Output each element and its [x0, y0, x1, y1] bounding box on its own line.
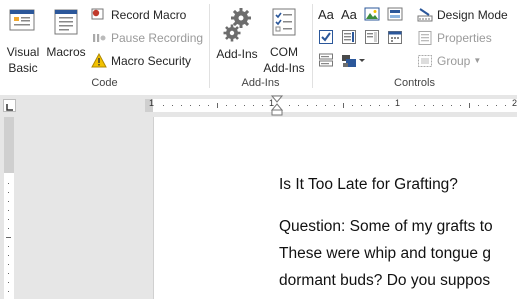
plain-text-glyph: Aa	[341, 7, 357, 22]
repeating-section-icon	[319, 53, 333, 67]
visual-basic-label-2: Basic	[8, 61, 38, 75]
group-separator	[312, 4, 313, 88]
com-add-ins-label-2: Add-Ins	[263, 61, 305, 75]
checkbox-icon	[319, 30, 333, 44]
com-add-ins-button[interactable]: COM Add-Ins	[262, 6, 306, 76]
rich-text-glyph: Aa	[318, 7, 334, 22]
plain-text-control-button[interactable]: Aa	[341, 6, 359, 24]
drop-down-list-control-button[interactable]	[364, 29, 382, 47]
pause-recording-label: Pause Recording	[111, 31, 204, 45]
design-mode-label: Design Mode	[437, 8, 508, 22]
horizontal-ruler-bar: 1 1 1 2	[0, 95, 517, 117]
macros-button[interactable]: Macros	[44, 6, 88, 60]
pause-recording-icon	[91, 30, 107, 46]
add-ins-button[interactable]: Add-Ins	[214, 6, 260, 66]
ruler-number: 1	[395, 98, 401, 108]
visual-basic-label-1: Visual	[6, 45, 40, 59]
date-picker-control-button[interactable]	[387, 29, 405, 47]
legacy-tools-icon	[342, 55, 365, 67]
warning-icon	[91, 52, 107, 69]
macros-label: Macros	[46, 45, 86, 59]
picture-icon	[364, 7, 380, 21]
vertical-ruler-bar	[0, 117, 18, 299]
macro-security-label: Macro Security	[111, 54, 192, 68]
record-macro-icon	[91, 7, 107, 23]
document-text-line[interactable]: Question: Some of my grafts to	[279, 218, 493, 236]
calendar-icon	[388, 31, 402, 44]
developer-ribbon: Visual Basic Macros Record Macro Pause R…	[0, 0, 517, 96]
design-mode-button[interactable]: Design Mode	[417, 6, 508, 24]
properties-button[interactable]: Properties	[417, 29, 492, 47]
gear-icon	[214, 6, 260, 48]
ruler-number: 2	[512, 98, 517, 108]
design-mode-icon	[417, 7, 433, 23]
picture-control-button[interactable]	[364, 6, 382, 24]
visual-basic-icon	[4, 6, 42, 42]
tab-selector-button[interactable]	[3, 99, 16, 112]
macro-security-button[interactable]: Macro Security	[91, 52, 191, 70]
group-button[interactable]: Group ▼	[417, 52, 481, 70]
drop-down-list-icon	[365, 30, 379, 44]
indent-marker[interactable]	[270, 95, 284, 117]
add-ins-group-label: Add-Ins	[241, 77, 280, 89]
left-tab-icon	[6, 104, 13, 111]
group-separator	[209, 4, 210, 88]
combo-box-icon	[342, 30, 356, 44]
horizontal-ruler[interactable]: 1 1 1 2	[149, 98, 517, 112]
check-box-control-button[interactable]	[318, 29, 336, 47]
macros-icon	[44, 6, 88, 42]
com-add-ins-label-1: COM	[270, 45, 298, 59]
chevron-down-icon: ▼	[473, 56, 482, 65]
properties-icon	[417, 30, 433, 46]
document-page[interactable]: Is It Too Late for Grafting? Question: S…	[153, 117, 517, 299]
com-add-ins-icon	[262, 6, 306, 42]
rich-text-control-button[interactable]: Aa	[318, 6, 336, 24]
document-text-line[interactable]: dormant buds? Do you suppos	[279, 272, 490, 290]
ruler-ticks	[163, 103, 506, 108]
document-title-line[interactable]: Is It Too Late for Grafting?	[279, 176, 458, 194]
vertical-ruler[interactable]	[4, 117, 14, 299]
legacy-tools-button[interactable]	[340, 52, 368, 70]
properties-label: Properties	[437, 31, 492, 45]
record-macro-label: Record Macro	[111, 8, 187, 22]
add-ins-label: Add-Ins	[216, 47, 258, 61]
building-block-control-button[interactable]	[387, 6, 405, 24]
repeating-section-control-button[interactable]	[318, 52, 336, 70]
pause-recording-button[interactable]: Pause Recording	[91, 29, 203, 47]
vertical-ruler-ticks	[4, 117, 14, 292]
group-label: Group	[437, 54, 471, 68]
group-icon	[417, 53, 433, 69]
code-group-label: Code	[91, 77, 118, 89]
visual-basic-button[interactable]: Visual Basic	[4, 6, 42, 76]
document-text-line[interactable]: These were whip and tongue g	[279, 245, 491, 263]
combo-box-control-button[interactable]	[341, 29, 359, 47]
indent-marker-icon	[270, 95, 284, 116]
controls-group-label: Controls	[394, 77, 435, 89]
record-macro-button[interactable]: Record Macro	[91, 6, 186, 24]
building-block-icon	[387, 7, 403, 21]
